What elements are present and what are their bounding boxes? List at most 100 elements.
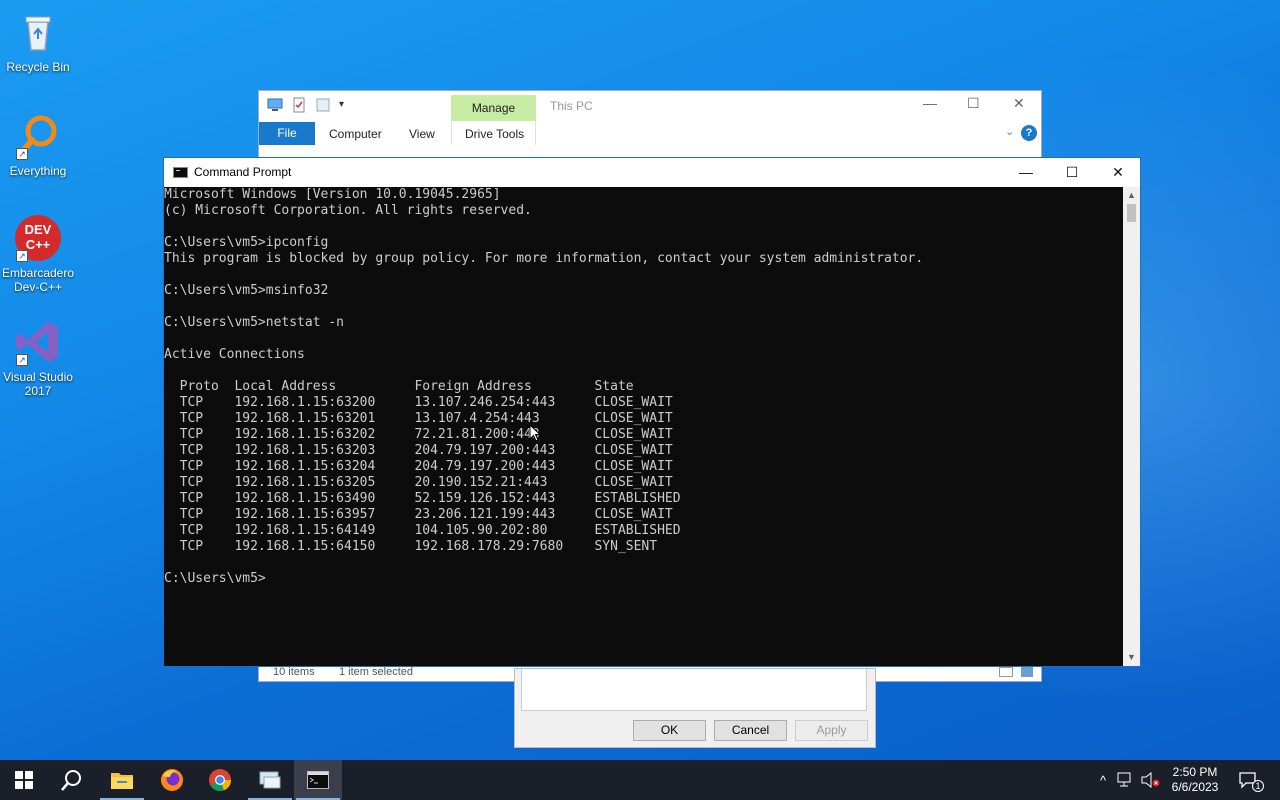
ok-button[interactable]: OK bbox=[633, 720, 706, 741]
console-line: TCP 192.168.1.15:64150 192.168.178.29:76… bbox=[164, 539, 658, 554]
taskbar-firefox[interactable] bbox=[148, 760, 196, 800]
console-output[interactable]: Microsoft Windows [Version 10.0.19045.29… bbox=[164, 187, 1124, 666]
taskbar-network-app[interactable] bbox=[246, 760, 294, 800]
tab-view[interactable]: View bbox=[409, 127, 435, 141]
window-title: This PC bbox=[550, 99, 593, 113]
console-line: This program is blocked by group policy.… bbox=[164, 251, 924, 266]
minimize-icon[interactable]: — bbox=[1003, 158, 1049, 187]
taskbar-chrome[interactable] bbox=[196, 760, 244, 800]
chrome-icon bbox=[209, 769, 232, 792]
file-explorer-icon bbox=[111, 773, 133, 789]
mouse-pointer-icon bbox=[529, 423, 542, 447]
console-line: TCP 192.168.1.15:63203 204.79.197.200:44… bbox=[164, 443, 673, 458]
cancel-button[interactable]: Cancel bbox=[714, 720, 787, 741]
console-line: TCP 192.168.1.15:63957 23.206.121.199:44… bbox=[164, 507, 673, 522]
shortcut-arrow-icon: ↗ bbox=[16, 354, 28, 366]
console-line: TCP 192.168.1.15:64149 104.105.90.202:80… bbox=[164, 523, 681, 538]
dev-cpp-logo-text: DEV C++ bbox=[24, 222, 52, 252]
apply-button[interactable]: Apply bbox=[795, 720, 868, 741]
search-icon bbox=[61, 770, 81, 791]
console-line: TCP 192.168.1.15:63202 72.21.81.200:443 … bbox=[164, 427, 673, 442]
desktop-icon-label: Visual Studio 2017 bbox=[3, 370, 73, 398]
large-icons-view-icon[interactable] bbox=[1021, 667, 1033, 677]
search-button[interactable] bbox=[48, 760, 96, 800]
customize-toolbar-chevron-icon[interactable]: ▾ bbox=[339, 97, 355, 113]
notification-count-badge: 1 bbox=[1252, 780, 1264, 792]
console-line: Proto Local Address Foreign Address Stat… bbox=[164, 379, 634, 394]
command-prompt-window[interactable]: Command Prompt — ☐ ✕ Microsoft Windows [… bbox=[163, 157, 1141, 667]
selection-count: 1 item selected bbox=[339, 666, 413, 678]
window-title: Command Prompt bbox=[194, 165, 292, 179]
dev-cpp-icon: DEV C++ ↗ bbox=[14, 214, 62, 262]
explorer-titlebar[interactable]: ▾ Manage This PC — ☐ ✕ bbox=[259, 91, 1041, 121]
network-icon[interactable] bbox=[1117, 760, 1135, 800]
console-line: TCP 192.168.1.15:63200 13.107.246.254:44… bbox=[164, 395, 673, 410]
taskbar-command-prompt[interactable] bbox=[294, 760, 342, 800]
network-app-icon bbox=[259, 771, 281, 789]
desktop-icon-visual-studio[interactable]: ↗ Visual Studio 2017 bbox=[0, 318, 76, 398]
console-line: Active Connections bbox=[164, 347, 305, 362]
volume-muted-icon[interactable] bbox=[1141, 760, 1161, 800]
minimize-icon[interactable]: — bbox=[923, 95, 937, 111]
this-pc-icon[interactable] bbox=[267, 97, 283, 113]
details-view-icon[interactable] bbox=[999, 667, 1013, 677]
properties-dialog[interactable]: OK Cancel Apply bbox=[514, 668, 876, 748]
everything-magnifier-icon: ↗ bbox=[14, 112, 62, 160]
show-hidden-icons-chevron-icon[interactable]: ^ bbox=[1094, 760, 1112, 800]
close-icon[interactable]: ✕ bbox=[1095, 158, 1141, 187]
console-line: TCP 192.168.1.15:63205 20.190.152.21:443… bbox=[164, 475, 673, 490]
command-prompt-icon bbox=[307, 771, 329, 789]
quick-access-toolbar: ▾ bbox=[267, 97, 355, 113]
new-folder-icon[interactable] bbox=[315, 97, 331, 113]
help-icon[interactable]: ? bbox=[1021, 125, 1037, 141]
console-line: C:\Users\vm5>ipconfig bbox=[164, 235, 329, 250]
tab-file[interactable]: File bbox=[259, 122, 315, 145]
scroll-down-arrow-icon[interactable]: ▼ bbox=[1123, 649, 1140, 666]
ribbon-tabs: File Computer View Drive Tools ⌄ bbox=[259, 121, 1041, 145]
firefox-icon bbox=[161, 769, 183, 791]
desktop-icon-label: Embarcadero Dev-C++ bbox=[1, 266, 75, 294]
console-line: TCP 192.168.1.15:63201 13.107.4.254:443 … bbox=[164, 411, 673, 426]
tab-computer[interactable]: Computer bbox=[329, 127, 382, 141]
desktop-icon-dev-cpp[interactable]: DEV C++ ↗ Embarcadero Dev-C++ bbox=[0, 214, 76, 294]
cmd-titlebar[interactable]: Command Prompt — ☐ ✕ bbox=[164, 158, 1140, 187]
vertical-scrollbar[interactable]: ▲ ▼ bbox=[1123, 187, 1140, 666]
console-line: C:\Users\vm5> bbox=[164, 571, 266, 586]
desktop-icon-everything[interactable]: ↗ Everything bbox=[0, 112, 76, 178]
console-line: C:\Users\vm5>msinfo32 bbox=[164, 283, 329, 298]
tab-manage[interactable]: Manage bbox=[451, 95, 536, 121]
maximize-icon[interactable]: ☐ bbox=[1049, 158, 1095, 187]
item-count: 10 items bbox=[273, 666, 315, 678]
console-line: (c) Microsoft Corporation. All rights re… bbox=[164, 203, 532, 218]
console-line: TCP 192.168.1.15:63490 52.159.126.152:44… bbox=[164, 491, 681, 506]
tab-drive-tools[interactable]: Drive Tools bbox=[465, 127, 524, 141]
recycle-bin-icon bbox=[14, 8, 62, 56]
command-prompt-icon bbox=[173, 167, 188, 178]
clock-date: 6/6/2023 bbox=[1171, 780, 1219, 794]
start-icon bbox=[15, 771, 33, 789]
start-button[interactable] bbox=[0, 760, 48, 800]
console-line: TCP 192.168.1.15:63204 204.79.197.200:44… bbox=[164, 459, 673, 474]
scrollbar-thumb[interactable] bbox=[1127, 204, 1136, 222]
close-icon[interactable]: ✕ bbox=[1013, 95, 1025, 112]
console-line: Microsoft Windows [Version 10.0.19045.29… bbox=[164, 187, 501, 202]
properties-icon[interactable] bbox=[291, 97, 307, 113]
maximize-icon[interactable]: ☐ bbox=[967, 95, 980, 112]
clock-time: 2:50 PM bbox=[1172, 765, 1218, 779]
desktop-icon-label: Recycle Bin bbox=[6, 60, 70, 74]
dialog-content-panel bbox=[521, 669, 867, 711]
desktop-icon-recycle-bin[interactable]: Recycle Bin bbox=[0, 8, 76, 74]
scroll-up-arrow-icon[interactable]: ▲ bbox=[1123, 187, 1140, 204]
taskbar-clock[interactable]: 2:50 PM 6/6/2023 bbox=[1160, 765, 1230, 795]
console-line: C:\Users\vm5>netstat -n bbox=[164, 315, 345, 330]
expand-ribbon-chevron-icon[interactable]: ⌄ bbox=[1005, 125, 1014, 138]
taskbar-file-explorer[interactable] bbox=[98, 760, 146, 800]
action-center-icon[interactable]: 1 bbox=[1238, 760, 1270, 800]
desktop-icon-label: Everything bbox=[9, 164, 67, 178]
shortcut-arrow-icon: ↗ bbox=[16, 148, 28, 160]
